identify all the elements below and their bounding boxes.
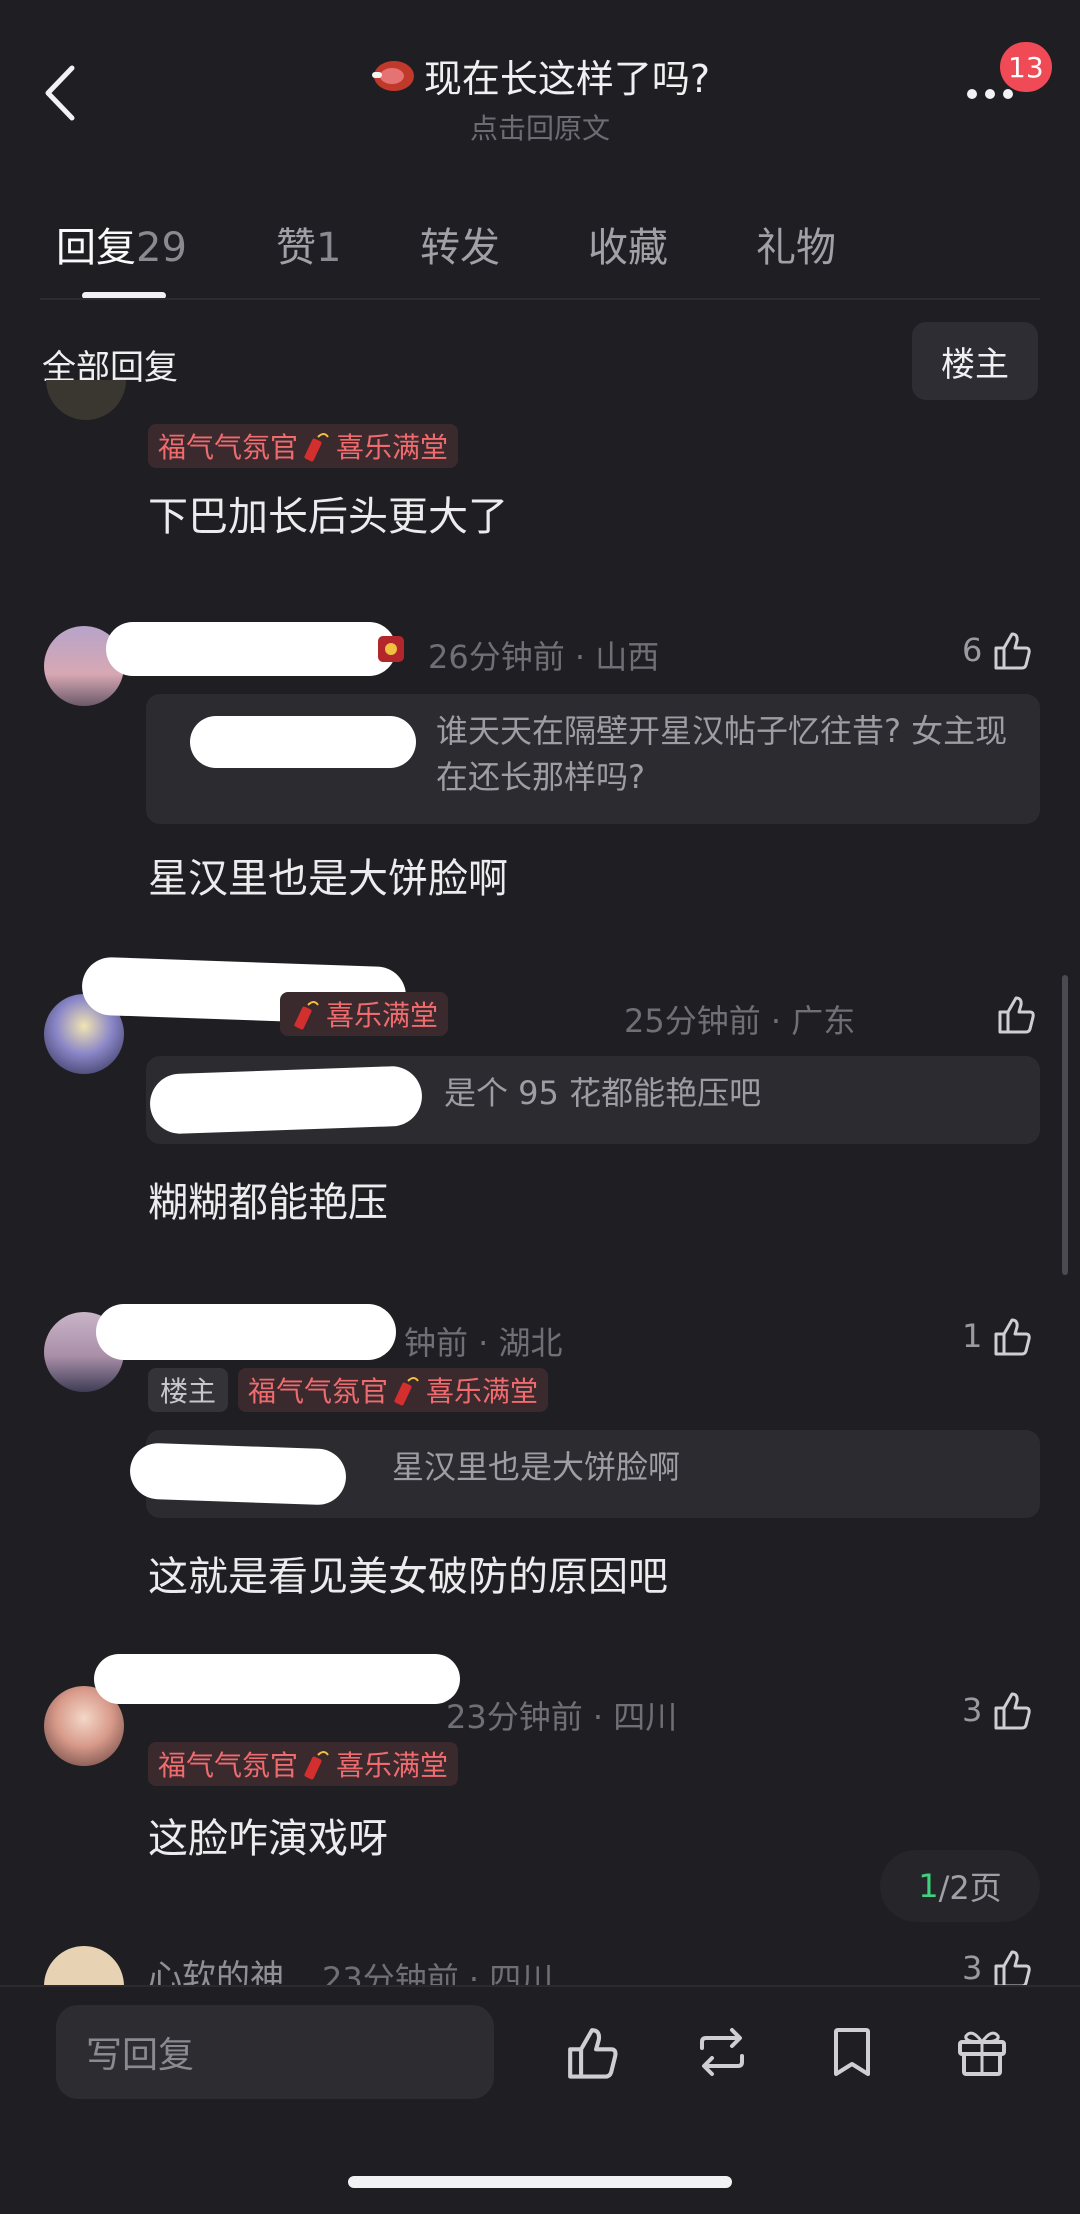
title-tag: 福气气氛官 喜乐满堂 — [148, 424, 459, 468]
tab-replies[interactable]: 回复29 — [56, 215, 187, 273]
thumbs-up-icon — [994, 1692, 1032, 1730]
like-button[interactable]: 3 — [962, 1688, 1034, 1732]
tab-likes[interactable]: 赞1 — [276, 215, 341, 273]
like-count: 6 — [962, 631, 983, 669]
chevron-left-icon — [45, 65, 75, 121]
user-tags: 楼主 福气气氛官 喜乐满堂 — [148, 1368, 549, 1412]
quoted-text: 是个 95 花都能艳压吧 — [444, 1074, 762, 1112]
scrollbar[interactable] — [1062, 975, 1068, 1275]
redacted-username — [149, 1065, 423, 1135]
like-count: 3 — [962, 1691, 983, 1729]
thumbs-up-icon — [994, 1318, 1032, 1356]
post-title: 现在长这样了吗? — [370, 48, 710, 103]
tag-text: 福气气氛官 — [248, 1375, 389, 1408]
comment-meta: 钟前 · 湖北 — [404, 1324, 563, 1362]
tag-text: 喜乐满堂 — [326, 999, 439, 1032]
comment-body: 这就是看见美女破防的原因吧 — [148, 1554, 668, 1600]
like-count: 1 — [962, 1317, 983, 1355]
tag-text: 福气气氛官 — [158, 431, 299, 464]
gift-button[interactable] — [952, 2022, 1012, 2082]
firecracker-icon — [294, 1001, 319, 1030]
firecracker-icon — [304, 433, 329, 462]
tag-text: 喜乐满堂 — [336, 1749, 449, 1782]
bookmark-button[interactable] — [822, 2022, 882, 2082]
tag-text: 福气气氛官 — [158, 1749, 299, 1782]
page-indicator[interactable]: 1/2页 — [880, 1850, 1040, 1922]
thumbs-up-icon — [998, 996, 1035, 1034]
title-tag: 福气气氛官 喜乐满堂 — [238, 1368, 549, 1412]
tab-gifts[interactable]: 礼物 — [756, 215, 836, 273]
redacted-username — [129, 1442, 347, 1506]
redacted-username — [190, 716, 416, 768]
comment-body: 下巴加长后头更大了 — [148, 494, 508, 540]
thumbs-up-icon — [994, 1950, 1032, 1986]
total-pages: /2页 — [938, 1869, 1002, 1907]
steak-icon — [371, 60, 414, 91]
user-tags: 喜乐满堂 — [280, 992, 449, 1036]
redacted-username — [106, 622, 396, 676]
comment-body: 星汉里也是大饼脸啊 — [148, 856, 508, 902]
post-title-area[interactable]: 现在长这样了吗? 点击回原文 — [260, 48, 820, 147]
like-post-button[interactable] — [562, 2022, 622, 2082]
comment-meta: 23分钟前 · 四川 — [446, 1698, 678, 1736]
back-button[interactable] — [40, 58, 84, 128]
like-button[interactable] — [994, 992, 1038, 1036]
redacted-username — [94, 1654, 460, 1704]
tag-text: 喜乐满堂 — [336, 431, 449, 464]
like-button[interactable]: 3 — [962, 1950, 1034, 1986]
op-tag: 楼主 — [148, 1368, 229, 1412]
title-tag: 福气气氛官 喜乐满堂 — [148, 1742, 459, 1786]
post-title-text: 现在长这样了吗? — [423, 57, 711, 101]
home-indicator — [348, 2176, 732, 2188]
like-button[interactable]: 1 — [962, 1314, 1034, 1358]
tab-likes-count: 1 — [316, 225, 342, 271]
bookmark-icon — [834, 2028, 870, 2076]
tab-favorites[interactable]: 收藏 — [588, 215, 668, 273]
quoted-text: 谁天天在隔壁开星汉帖子忆往昔? 女主现在还长那样吗? — [436, 712, 1008, 796]
avatar[interactable] — [44, 1946, 124, 1986]
current-page: 1 — [918, 1867, 939, 1905]
comment-body: 这脸咋演戏呀 — [148, 1816, 388, 1862]
tag-text: 喜乐满堂 — [426, 1375, 539, 1408]
notification-badge: 13 — [1000, 42, 1052, 92]
thumbs-up-icon — [568, 2028, 618, 2079]
back-to-original-link[interactable]: 点击回原文 — [260, 107, 820, 147]
comment-meta: 26分钟前 · 山西 — [428, 638, 660, 676]
repost-icon — [700, 2028, 744, 2076]
comment-body: 糊糊都能艳压 — [148, 1180, 388, 1226]
quoted-text: 星汉里也是大饼脸啊 — [392, 1448, 681, 1486]
redacted-username — [96, 1304, 396, 1360]
user-tags: 福气气氛官 喜乐满堂 — [148, 1742, 459, 1786]
op-only-filter-button[interactable]: 楼主 — [912, 322, 1038, 400]
like-count: 3 — [962, 1950, 983, 1986]
firecracker-icon — [304, 1751, 329, 1780]
avatar[interactable] — [46, 380, 126, 420]
comment-meta: 25分钟前 · 广东 — [624, 1002, 856, 1040]
firecracker-icon — [394, 1377, 419, 1406]
tab-replies-label: 回复 — [56, 225, 136, 271]
tab-likes-label: 赞 — [276, 225, 316, 271]
tab-replies-count: 29 — [136, 225, 187, 271]
repost-button[interactable] — [692, 2022, 752, 2082]
user-tags: 福气气氛官 喜乐满堂 — [148, 424, 459, 468]
tab-forward[interactable]: 转发 — [420, 215, 500, 273]
badge-icon — [372, 628, 412, 668]
divider — [40, 298, 1040, 300]
reply-input[interactable]: 写回复 — [56, 2005, 494, 2099]
thumbs-up-icon — [994, 632, 1032, 670]
like-button[interactable]: 6 — [962, 628, 1034, 672]
tab-bar: 回复29 赞1 转发 收藏 礼物 — [0, 205, 1080, 300]
title-tag: 喜乐满堂 — [280, 992, 449, 1036]
gift-icon — [958, 2031, 1006, 2076]
